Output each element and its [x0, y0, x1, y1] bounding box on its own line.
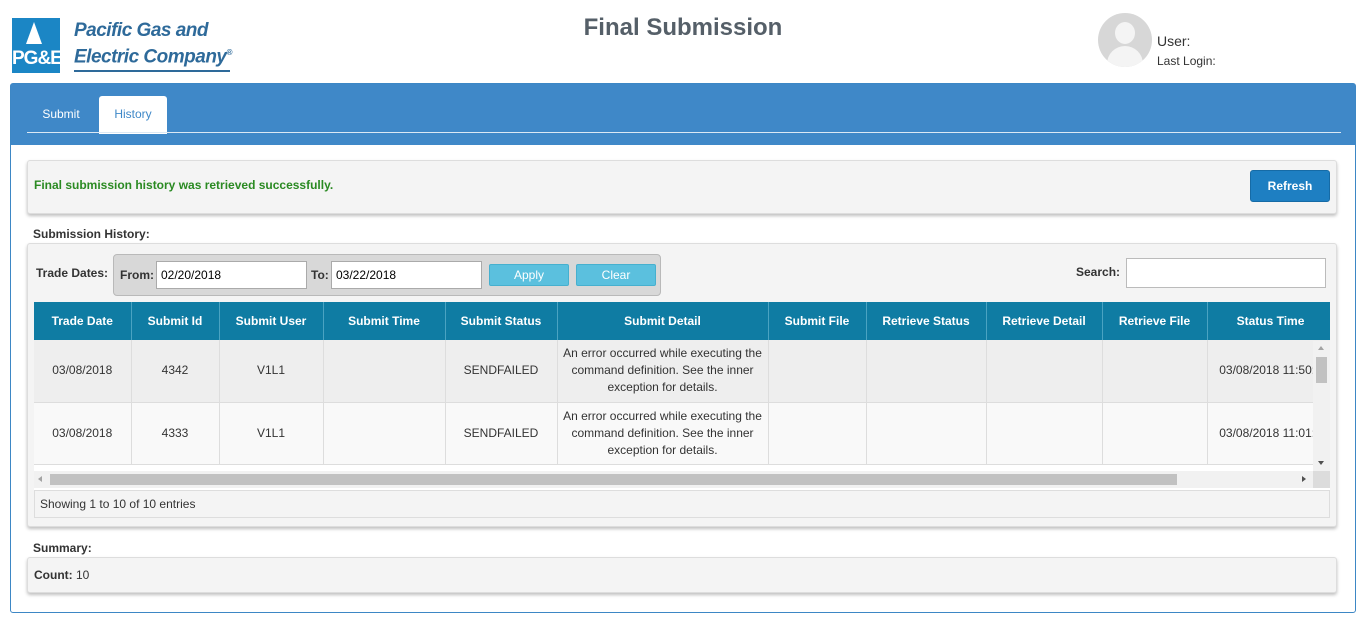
clear-button[interactable]: Clear	[576, 264, 656, 286]
count-value: 10	[76, 568, 90, 582]
col-retrieve-file[interactable]: Retrieve File	[1102, 302, 1208, 340]
col-retrieve-status[interactable]: Retrieve Status	[866, 302, 987, 340]
cell-submit-file	[768, 340, 867, 403]
status-message-box: Final submission history was retrieved s…	[27, 160, 1337, 214]
cell-submit-detail: An error occurred while executing the co…	[557, 402, 769, 465]
brand-line-2: Electric Company	[74, 46, 227, 68]
user-label: User:	[1157, 33, 1191, 49]
vertical-scrollbar[interactable]	[1313, 341, 1330, 471]
cell-status-time: 03/08/2018 11:01:5	[1207, 402, 1330, 465]
history-grid: Trade Date Submit Id Submit User Submit …	[34, 302, 1330, 465]
main-panel: Submit History Final submission history …	[10, 83, 1356, 613]
cell-retrieve-status	[866, 402, 987, 465]
col-trade-date[interactable]: Trade Date	[34, 302, 132, 340]
cell-submit-status: SENDFAILED	[445, 340, 558, 403]
tab-submit[interactable]: Submit	[27, 96, 95, 134]
brand-underline	[74, 70, 230, 72]
count-label: Count:	[34, 568, 73, 582]
table-row[interactable]: 03/08/2018 4333 V1L1 SENDFAILED An error…	[34, 402, 1330, 465]
apply-button[interactable]: Apply	[489, 264, 569, 286]
horizontal-scrollbar[interactable]	[34, 471, 1313, 488]
cell-status-time: 03/08/2018 11:50:0	[1207, 340, 1330, 403]
cell-retrieve-detail	[986, 402, 1103, 465]
vertical-scroll-thumb[interactable]	[1316, 357, 1327, 383]
cell-submit-detail: An error occurred while executing the co…	[557, 340, 769, 403]
summary-label: Summary:	[33, 541, 92, 555]
search-input[interactable]	[1126, 258, 1326, 288]
scrollbar-corner	[1313, 471, 1330, 488]
date-filter: From: To: Apply Clear	[113, 254, 661, 296]
cell-retrieve-file	[1102, 340, 1208, 403]
scroll-left-icon[interactable]	[38, 476, 42, 482]
scroll-up-icon[interactable]	[1318, 346, 1324, 350]
history-table: Trade Date Submit Id Submit User Submit …	[34, 302, 1330, 490]
cell-trade-date: 03/08/2018	[34, 340, 132, 403]
refresh-button[interactable]: Refresh	[1250, 170, 1330, 202]
cell-submit-status: SENDFAILED	[445, 402, 558, 465]
user-avatar-icon	[1098, 13, 1152, 67]
horizontal-scroll-thumb[interactable]	[50, 474, 1177, 485]
cell-submit-user: V1L1	[219, 402, 324, 465]
tab-history[interactable]: History	[99, 96, 167, 134]
entries-info: Showing 1 to 10 of 10 entries	[34, 490, 1330, 518]
table-header-row: Trade Date Submit Id Submit User Submit …	[34, 302, 1330, 340]
cell-submit-id: 4342	[131, 340, 220, 403]
brand-registered: ®	[226, 48, 233, 57]
cell-trade-date: 03/08/2018	[34, 402, 132, 465]
cell-retrieve-detail	[986, 340, 1103, 403]
cell-submit-time	[323, 402, 446, 465]
status-message: Final submission history was retrieved s…	[34, 178, 334, 192]
col-submit-id[interactable]: Submit Id	[131, 302, 220, 340]
cell-submit-id: 4333	[131, 402, 220, 465]
to-label: To:	[311, 268, 329, 282]
scroll-down-icon[interactable]	[1318, 461, 1324, 465]
to-date-input[interactable]	[331, 261, 482, 289]
cell-submit-time	[323, 340, 446, 403]
cell-submit-file	[768, 402, 867, 465]
last-login-label: Last Login:	[1157, 54, 1216, 68]
from-date-input[interactable]	[156, 261, 307, 289]
tab-divider	[27, 132, 1341, 133]
user-info: User: Last Login:	[1098, 13, 1358, 69]
summary-panel: Count: 10	[27, 557, 1337, 593]
from-label: From:	[120, 268, 154, 282]
col-status-time[interactable]: Status Time	[1207, 302, 1330, 340]
table-row[interactable]: 03/08/2018 4342 V1L1 SENDFAILED An error…	[34, 340, 1330, 403]
col-submit-status[interactable]: Submit Status	[445, 302, 558, 340]
col-submit-time[interactable]: Submit Time	[323, 302, 446, 340]
cell-retrieve-file	[1102, 402, 1208, 465]
cell-submit-user: V1L1	[219, 340, 324, 403]
col-submit-file[interactable]: Submit File	[768, 302, 867, 340]
cell-retrieve-status	[866, 340, 987, 403]
brand-mark: PG&E	[12, 48, 60, 69]
col-retrieve-detail[interactable]: Retrieve Detail	[986, 302, 1103, 340]
page-header: PG&E Pacific Gas and Electric Company® F…	[0, 0, 1366, 84]
summary-count: Count: 10	[34, 568, 89, 582]
tab-bar: Submit History	[11, 84, 1355, 145]
trade-dates-label: Trade Dates:	[36, 266, 109, 280]
scroll-right-icon[interactable]	[1302, 476, 1306, 482]
col-submit-detail[interactable]: Submit Detail	[557, 302, 769, 340]
submission-history-label: Submission History:	[33, 227, 150, 241]
col-submit-user[interactable]: Submit User	[219, 302, 324, 340]
submission-history-panel: Trade Dates: From: To: Apply Clear Searc…	[27, 243, 1337, 527]
search-label: Search:	[1076, 265, 1121, 279]
